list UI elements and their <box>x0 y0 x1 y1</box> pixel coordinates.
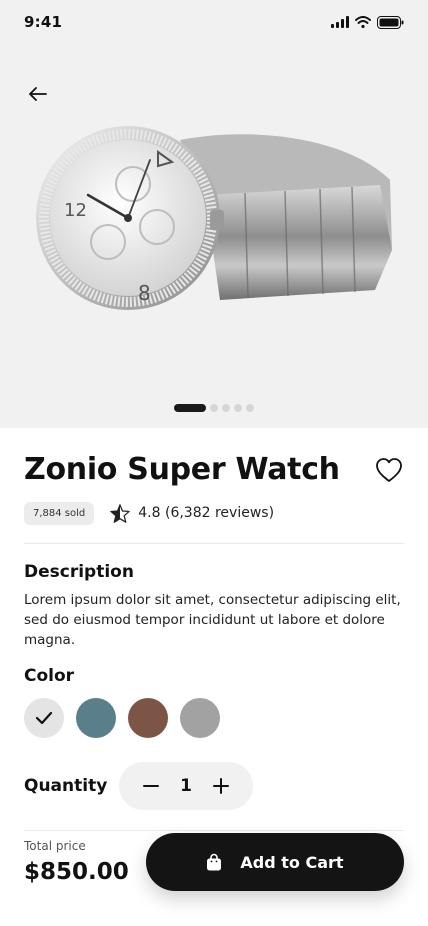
add-to-cart-label: Add to Cart <box>240 852 344 872</box>
decrement-button[interactable] <box>141 776 161 796</box>
color-title: Color <box>24 666 75 686</box>
product-details: Zonio Super Watch 7,884 sold 4.8 (6,382 … <box>0 428 428 831</box>
wifi-icon <box>355 16 371 28</box>
status-time: 9:41 <box>24 13 63 31</box>
title-row: Zonio Super Watch <box>24 452 404 487</box>
description-title: Description <box>24 562 134 582</box>
total-price-label: Total price <box>24 839 86 853</box>
color-swatch-slate-blue[interactable] <box>76 698 116 738</box>
status-bar: 9:41 <box>0 0 428 44</box>
product-image-carousel[interactable]: 12 8 <box>0 0 428 428</box>
price-block: Total price $850.00 <box>24 839 129 885</box>
increment-button[interactable] <box>211 776 231 796</box>
svg-text:12: 12 <box>64 200 87 221</box>
carousel-dot[interactable] <box>222 404 230 412</box>
carousel-dot[interactable] <box>246 404 254 412</box>
rating-text: 4.8 (6,382 reviews) <box>138 505 275 521</box>
rating: 4.8 (6,382 reviews) <box>110 503 275 523</box>
shopping-bag-icon <box>207 853 222 871</box>
add-to-cart-button[interactable]: Add to Cart <box>146 833 404 891</box>
meta-row: 7,884 sold 4.8 (6,382 reviews) <box>24 501 404 525</box>
quantity-value: 1 <box>180 776 192 796</box>
minus-icon <box>143 785 159 787</box>
carousel-dot[interactable] <box>210 404 218 412</box>
quantity-row: Quantity 1 <box>24 762 404 810</box>
star-half-icon <box>110 503 130 523</box>
color-swatch-light-gray[interactable] <box>24 698 64 738</box>
signal-icon <box>331 16 349 28</box>
color-swatch-brown[interactable] <box>128 698 168 738</box>
carousel-dot[interactable] <box>234 404 242 412</box>
sold-badge: 7,884 sold <box>24 501 95 525</box>
divider <box>24 830 404 831</box>
product-title: Zonio Super Watch <box>24 452 340 487</box>
quantity-stepper[interactable]: 1 <box>119 762 253 810</box>
favorite-button[interactable] <box>374 455 404 485</box>
carousel-dot[interactable] <box>174 404 206 412</box>
checkout-bar: Total price $850.00 Add to Cart <box>24 832 404 892</box>
color-options <box>24 698 404 738</box>
heart-icon <box>376 457 402 482</box>
carousel-indicator <box>0 404 428 412</box>
check-icon <box>35 711 53 725</box>
divider <box>24 543 404 544</box>
total-price: $850.00 <box>24 859 129 885</box>
plus-icon <box>213 778 229 794</box>
description-text: Lorem ipsum dolor sit amet, consectetur … <box>24 592 401 648</box>
quantity-label: Quantity <box>24 776 108 796</box>
status-icons <box>331 15 404 29</box>
svg-text:8: 8 <box>138 281 151 305</box>
battery-icon <box>377 15 404 29</box>
watch-image: 12 8 <box>36 126 392 310</box>
color-swatch-gray[interactable] <box>180 698 220 738</box>
